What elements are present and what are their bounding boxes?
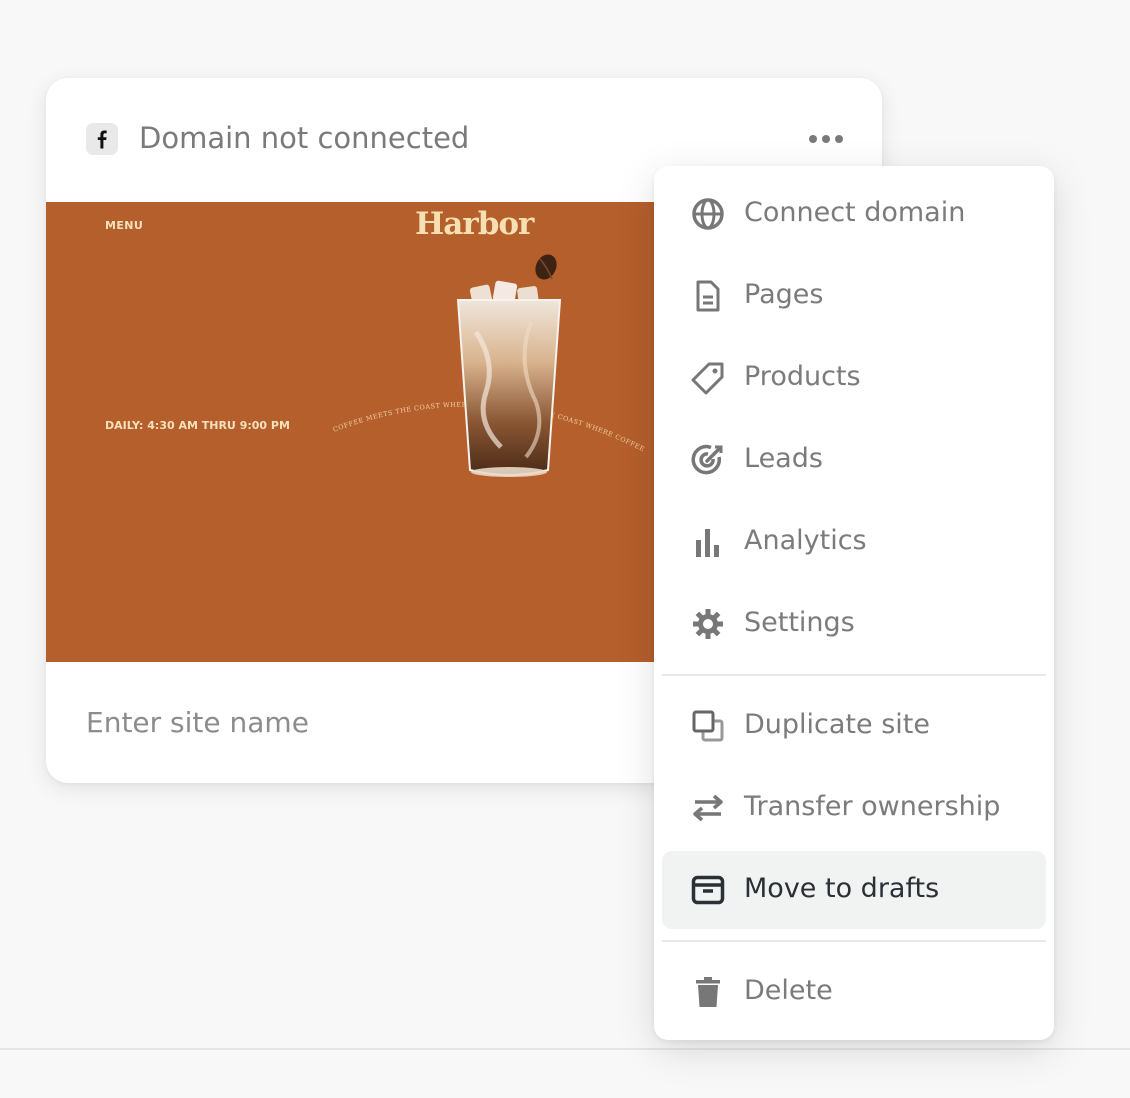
page-divider: [0, 1048, 1130, 1050]
trash-icon: [690, 976, 726, 1008]
menu-item-label: Analytics: [744, 525, 867, 556]
menu-item-label: Connect domain: [744, 197, 966, 228]
more-dot-icon: [835, 135, 843, 143]
menu-item-leads[interactable]: Leads: [662, 421, 1046, 499]
more-options-button[interactable]: [800, 122, 852, 156]
tag-icon: [690, 362, 726, 395]
menu-item-label: Leads: [744, 443, 823, 474]
menu-item-delete[interactable]: Delete: [662, 953, 1046, 1031]
page-icon: [690, 280, 726, 312]
menu-item-label: Pages: [744, 279, 824, 310]
menu-item-pages[interactable]: Pages: [662, 257, 1046, 335]
menu-item-transfer-ownership[interactable]: Transfer ownership: [662, 769, 1046, 847]
menu-item-label: Delete: [744, 975, 833, 1006]
menu-item-move-to-drafts[interactable]: Move to drafts: [662, 851, 1046, 929]
site-options-menu: Connect domain Pages Products Leads Anal…: [654, 166, 1054, 1040]
menu-item-label: Products: [744, 361, 861, 392]
more-dot-icon: [809, 135, 817, 143]
duplicate-icon: [690, 710, 726, 742]
more-dot-icon: [822, 135, 830, 143]
globe-icon: [690, 198, 726, 230]
menu-item-label: Move to drafts: [744, 873, 940, 904]
menu-item-label: Duplicate site: [744, 709, 930, 740]
facebook-icon: [86, 123, 118, 155]
menu-item-connect-domain[interactable]: Connect domain: [662, 175, 1046, 253]
archive-icon: [690, 874, 726, 906]
menu-divider: [662, 940, 1046, 942]
site-name-input[interactable]: [86, 700, 606, 744]
domain-status-text: Domain not connected: [139, 121, 470, 155]
preview-logo: Harbor: [415, 206, 534, 242]
menu-item-label: Settings: [744, 607, 855, 638]
menu-item-duplicate-site[interactable]: Duplicate site: [662, 687, 1046, 765]
menu-item-products[interactable]: Products: [662, 339, 1046, 417]
transfer-icon: [690, 792, 726, 824]
preview-hours: DAILY: 4:30 AM THRU 9:00 PM: [105, 419, 290, 432]
menu-divider: [662, 674, 1046, 676]
menu-item-analytics[interactable]: Analytics: [662, 503, 1046, 581]
target-icon: [690, 444, 726, 476]
menu-item-settings[interactable]: Settings: [662, 585, 1046, 663]
preview-menu-link: MENU: [105, 219, 144, 232]
menu-item-label: Transfer ownership: [744, 791, 1001, 822]
gear-icon: [690, 608, 726, 640]
iced-coffee-image: COFFEE MEETS THE COAST WHERE COFFEE MEET…: [326, 242, 648, 477]
bar-chart-icon: [690, 526, 726, 558]
